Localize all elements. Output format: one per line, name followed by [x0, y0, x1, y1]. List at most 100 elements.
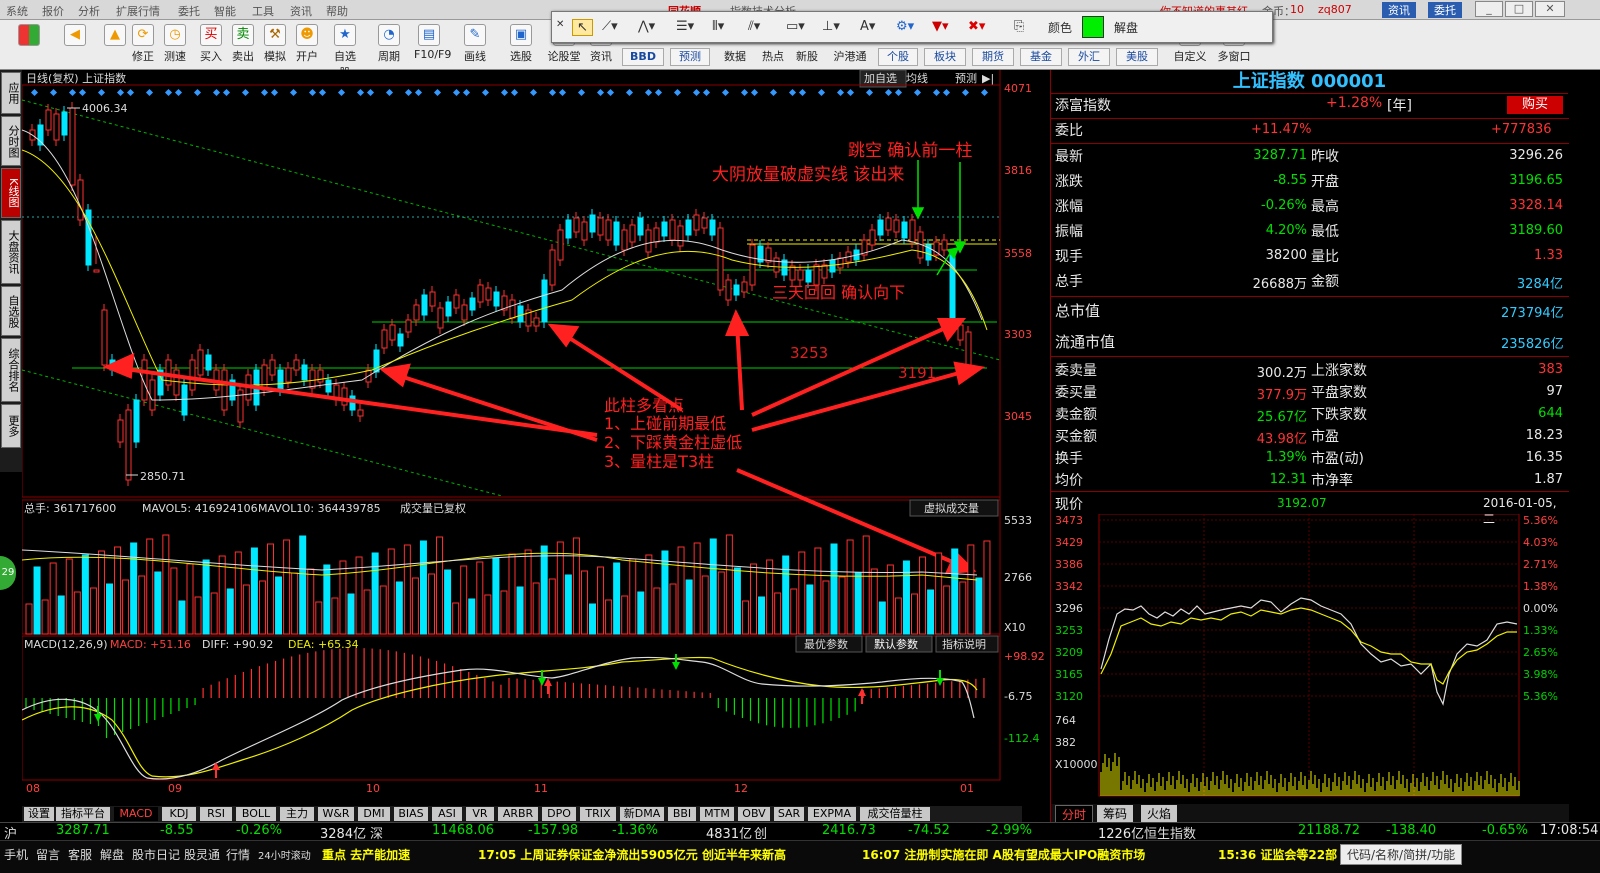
hline-tool-icon[interactable]: ☰▾: [676, 19, 694, 34]
channel-tool-icon[interactable]: ⫽▾: [748, 19, 760, 34]
toolbar-grip-icon[interactable]: ✕: [556, 19, 564, 30]
tab-kdj[interactable]: KDJ: [162, 807, 196, 821]
vline-tool-icon[interactable]: ⦀▾: [712, 19, 724, 34]
news-ticker-1[interactable]: 重点 去产能加速: [322, 846, 410, 863]
news-ticker-4[interactable]: 15:36 证监会等22部: [1218, 846, 1337, 863]
tab-more[interactable]: 更多: [1, 404, 21, 448]
wave-tool-icon[interactable]: ⋀▾: [638, 19, 655, 34]
tab-new-dma[interactable]: 新DMA: [620, 807, 664, 821]
period-button[interactable]: ◔ 周期: [374, 22, 404, 68]
news-ticker-3[interactable]: 16:07 注册制实施在即 A股有望成最大IPO融资市场: [862, 846, 1145, 863]
tab-main-force[interactable]: 主力: [280, 807, 314, 821]
shape-tool-icon[interactable]: ▭▾: [786, 19, 805, 34]
sector-button[interactable]: 板块: [924, 48, 966, 66]
settings-gear-icon[interactable]: ⚙▾: [896, 19, 914, 34]
tab-wr[interactable]: W&R: [318, 807, 354, 821]
tab-setup[interactable]: 设置: [24, 807, 54, 821]
tab-vr[interactable]: VR: [466, 807, 494, 821]
f10-button[interactable]: ▤ F10/F9: [414, 22, 451, 68]
stock-picker-button[interactable]: ▣ 选股: [506, 22, 536, 68]
tab-bbi[interactable]: BBI: [668, 807, 696, 821]
best-params-button[interactable]: 最优参数: [804, 637, 848, 651]
buy-fund-button[interactable]: 购买: [1507, 96, 1563, 114]
ma-button[interactable]: 均线: [906, 71, 928, 85]
tab-obv[interactable]: OBV: [738, 807, 770, 821]
tab-trix[interactable]: TRIX: [580, 807, 616, 821]
open-account-button[interactable]: ☻ 开户: [292, 22, 322, 68]
menu-system[interactable]: 系统: [6, 3, 28, 19]
line-tool-icon[interactable]: ⟋▾: [602, 19, 618, 34]
default-params-button[interactable]: 默认参数: [874, 637, 918, 651]
watchlist-button[interactable]: ★自选股: [330, 22, 360, 79]
add-watch-button[interactable]: 加自选: [864, 72, 897, 85]
tab-intraday[interactable]: 分时图: [1, 116, 21, 166]
menu-analysis[interactable]: 分析: [78, 3, 100, 19]
status-message[interactable]: 留言: [36, 846, 60, 863]
mark-tool-icon[interactable]: ▼▾: [932, 19, 949, 34]
virtual-volume-button[interactable]: 虚拟成交量: [924, 501, 979, 515]
news-button[interactable]: 资讯: [1382, 2, 1416, 18]
tab-boll[interactable]: BOLL: [236, 807, 276, 821]
export-icon[interactable]: ⎘: [1014, 19, 1024, 34]
predict-button[interactable]: 预测: [955, 72, 977, 85]
menu-ext-quote[interactable]: 扩展行情: [116, 3, 160, 19]
delete-icon[interactable]: ✖▾: [968, 19, 985, 34]
menu-news[interactable]: 资讯: [290, 3, 312, 19]
layout-button[interactable]: [14, 22, 44, 68]
menu-tools[interactable]: 工具: [252, 3, 274, 19]
forex-button[interactable]: 外汇: [1068, 48, 1110, 66]
tab-ranking[interactable]: 综合排名: [1, 338, 21, 402]
minimize-button[interactable]: _: [1475, 1, 1503, 17]
tab-expma[interactable]: EXPMA: [808, 807, 856, 821]
bbd-button[interactable]: BBD: [622, 48, 664, 66]
fund-button[interactable]: 基金: [1020, 48, 1062, 66]
text-tool-icon[interactable]: A▾: [860, 19, 875, 34]
menu-help[interactable]: 帮助: [326, 3, 348, 19]
tab-flame[interactable]: 火焰: [1141, 805, 1178, 822]
up-button[interactable]: ▲: [100, 22, 130, 68]
tab-indicator-platform[interactable]: 指标平台: [56, 807, 110, 821]
simulate-button[interactable]: ⚒ 模拟: [260, 22, 290, 68]
news-ticker-2[interactable]: 17:05 上周证券保证金净流出5905亿元 创近半年来新高: [478, 846, 786, 863]
tab-bias[interactable]: BIAS: [394, 807, 428, 821]
tab-rsi[interactable]: RSI: [200, 807, 232, 821]
status-24h[interactable]: 24小时滚动: [258, 847, 311, 862]
collapse-arrow-icon[interactable]: ▶|: [982, 72, 994, 85]
close-button[interactable]: ✕: [1535, 1, 1565, 17]
back-button[interactable]: ◀: [60, 22, 90, 68]
status-stock-genie[interactable]: 股灵通: [184, 846, 220, 863]
username[interactable]: zq807: [1318, 3, 1352, 16]
menu-trade[interactable]: 委托: [178, 3, 200, 19]
single-stock-button[interactable]: 个股: [878, 48, 918, 66]
status-service[interactable]: 客服: [68, 846, 92, 863]
cursor-tool-icon[interactable]: ↖: [572, 19, 593, 36]
tab-kline[interactable]: K线图: [1, 168, 21, 218]
status-analysis[interactable]: 解盘: [100, 846, 124, 863]
forecast-button[interactable]: 预测: [670, 48, 710, 66]
color-swatch[interactable]: [1082, 16, 1104, 38]
menu-smart[interactable]: 智能: [214, 3, 236, 19]
tab-market-news[interactable]: 大盘资讯: [1, 220, 21, 284]
maximize-button[interactable]: □: [1505, 1, 1533, 17]
speed-button[interactable]: ◷ 测速: [160, 22, 190, 68]
menu-quote[interactable]: 报价: [42, 3, 64, 19]
tab-mtm[interactable]: MTM: [700, 807, 734, 821]
status-diary[interactable]: 股市日记: [132, 846, 180, 863]
tab-chips[interactable]: 筹码: [1097, 805, 1134, 822]
tab-dpo[interactable]: DPO: [542, 807, 576, 821]
draw-line-button[interactable]: ✎ 画线: [460, 22, 490, 68]
intraday-chart[interactable]: 3473 3429 3386 3342 3296 3253 3209 3165 3120 764 3…: [1051, 514, 1569, 804]
trade-button[interactable]: 委托: [1428, 2, 1462, 18]
ruler-tool-icon[interactable]: ⊥▾: [822, 19, 840, 34]
tab-apps[interactable]: 应用: [1, 72, 21, 114]
tab-arbr[interactable]: ARBR: [498, 807, 538, 821]
quick-search-input[interactable]: 代码/名称/简拼/功能: [1340, 844, 1463, 865]
tab-dmi[interactable]: DMI: [358, 807, 390, 821]
status-market[interactable]: 行情: [226, 846, 250, 863]
buy-button[interactable]: 买买入: [196, 22, 226, 68]
tab-asi[interactable]: ASI: [432, 807, 462, 821]
us-stock-button[interactable]: 美股: [1116, 48, 1158, 66]
tab-macd[interactable]: MACD: [114, 807, 158, 821]
tab-volume-ratio[interactable]: 成交倍量柱: [860, 807, 930, 821]
indicator-help-button[interactable]: 指标说明: [942, 637, 986, 651]
